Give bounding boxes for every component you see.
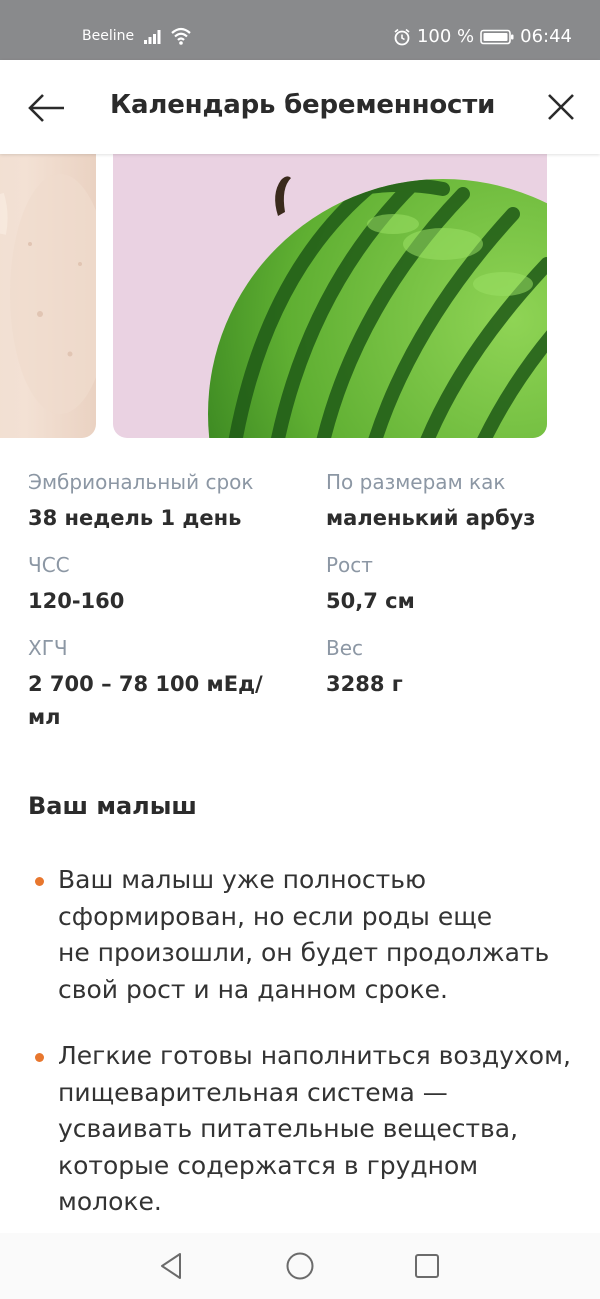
size-comparison-label: По размерам как <box>326 470 506 494</box>
watermelon-image <box>208 176 547 438</box>
hcg-value: 2 700 – 78 100 мЕд/ мл <box>28 668 263 734</box>
back-arrow-icon[interactable] <box>26 88 68 128</box>
list-item-line: пищеварительная система — <box>58 1077 448 1107</box>
bullet-dot-icon <box>35 1053 44 1062</box>
previous-fruit-card[interactable] <box>0 154 96 438</box>
nav-back-icon[interactable] <box>156 1251 186 1281</box>
carrier-name: Beeline <box>82 28 135 44</box>
fruit-carousel[interactable] <box>0 154 600 440</box>
height-value: 50,7 см <box>326 589 415 613</box>
list-item-line: не произошли, он будет продолжать <box>58 938 550 967</box>
alarm-icon <box>394 28 410 45</box>
list-item-line: свой рост и на данном сроке. <box>58 974 448 1004</box>
hcg-value-line1: 2 700 – 78 100 мЕд/ <box>28 672 263 696</box>
system-nav-bar <box>0 1233 600 1299</box>
battery-percent: 100 % <box>416 26 475 47</box>
heart-rate-value: 120-160 <box>28 589 125 613</box>
nav-home-icon[interactable] <box>285 1251 315 1281</box>
list-item-line: которые содержатся в грудном <box>58 1150 479 1180</box>
heart-rate: ЧСС 120-160 <box>28 553 124 618</box>
weight-value: 3288 г <box>326 672 403 696</box>
previous-fruit-image <box>0 174 96 414</box>
status-right: 100 % 06:44 <box>393 26 572 47</box>
list-item-line: молоке. <box>58 1187 162 1216</box>
current-fruit-card[interactable] <box>113 154 547 438</box>
weight-label: Вес <box>326 636 364 660</box>
status-bar: Beeline 100 % 06:44 <box>0 0 600 60</box>
hcg-label: ХГЧ <box>28 636 68 660</box>
hcg: ХГЧ 2 700 – 78 100 мЕд/ мл <box>28 636 263 734</box>
baby-section-title: Ваш малыш <box>28 792 197 820</box>
page-title: Календарь беременности <box>110 90 496 120</box>
hcg-value-line2: мл <box>28 705 61 729</box>
list-item-line: Ваш малыш уже полностью <box>58 865 427 894</box>
wifi-icon <box>171 27 191 45</box>
heart-rate-label: ЧСС <box>28 553 70 577</box>
list-item-line: сформирован, но если роды еще <box>58 901 493 931</box>
size-comparison-value: маленький арбуз <box>326 506 536 530</box>
app-bar: Календарь беременности <box>0 60 600 154</box>
bullet-dot-icon <box>35 877 44 886</box>
height: Рост 50,7 см <box>326 553 415 618</box>
nav-recent-apps-icon[interactable] <box>413 1252 441 1280</box>
size-comparison: По размерам как маленький арбуз <box>326 470 536 535</box>
weight: Вес 3288 г <box>326 636 403 701</box>
list-item-line: Легкие готовы наполниться воздухом, <box>58 1041 571 1070</box>
list-item: Легкие готовы наполниться воздухом, пище… <box>28 1038 588 1221</box>
battery-icon <box>480 29 514 44</box>
clock: 06:44 <box>520 26 572 47</box>
list-item-line: усваивать питательные вещества, <box>58 1114 519 1143</box>
signal-icon <box>144 30 161 44</box>
baby-facts-list: Ваш малыш уже полностью сформирован, но … <box>28 862 588 1251</box>
close-icon[interactable] <box>544 90 578 124</box>
embryonic-term-value: 38 недель 1 день <box>28 506 242 530</box>
height-label: Рост <box>326 553 373 577</box>
list-item: Ваш малыш уже полностью сформирован, но … <box>28 862 588 1008</box>
embryonic-term: Эмбриональный срок 38 недель 1 день <box>28 470 253 535</box>
embryonic-term-label: Эмбриональный срок <box>28 470 254 494</box>
